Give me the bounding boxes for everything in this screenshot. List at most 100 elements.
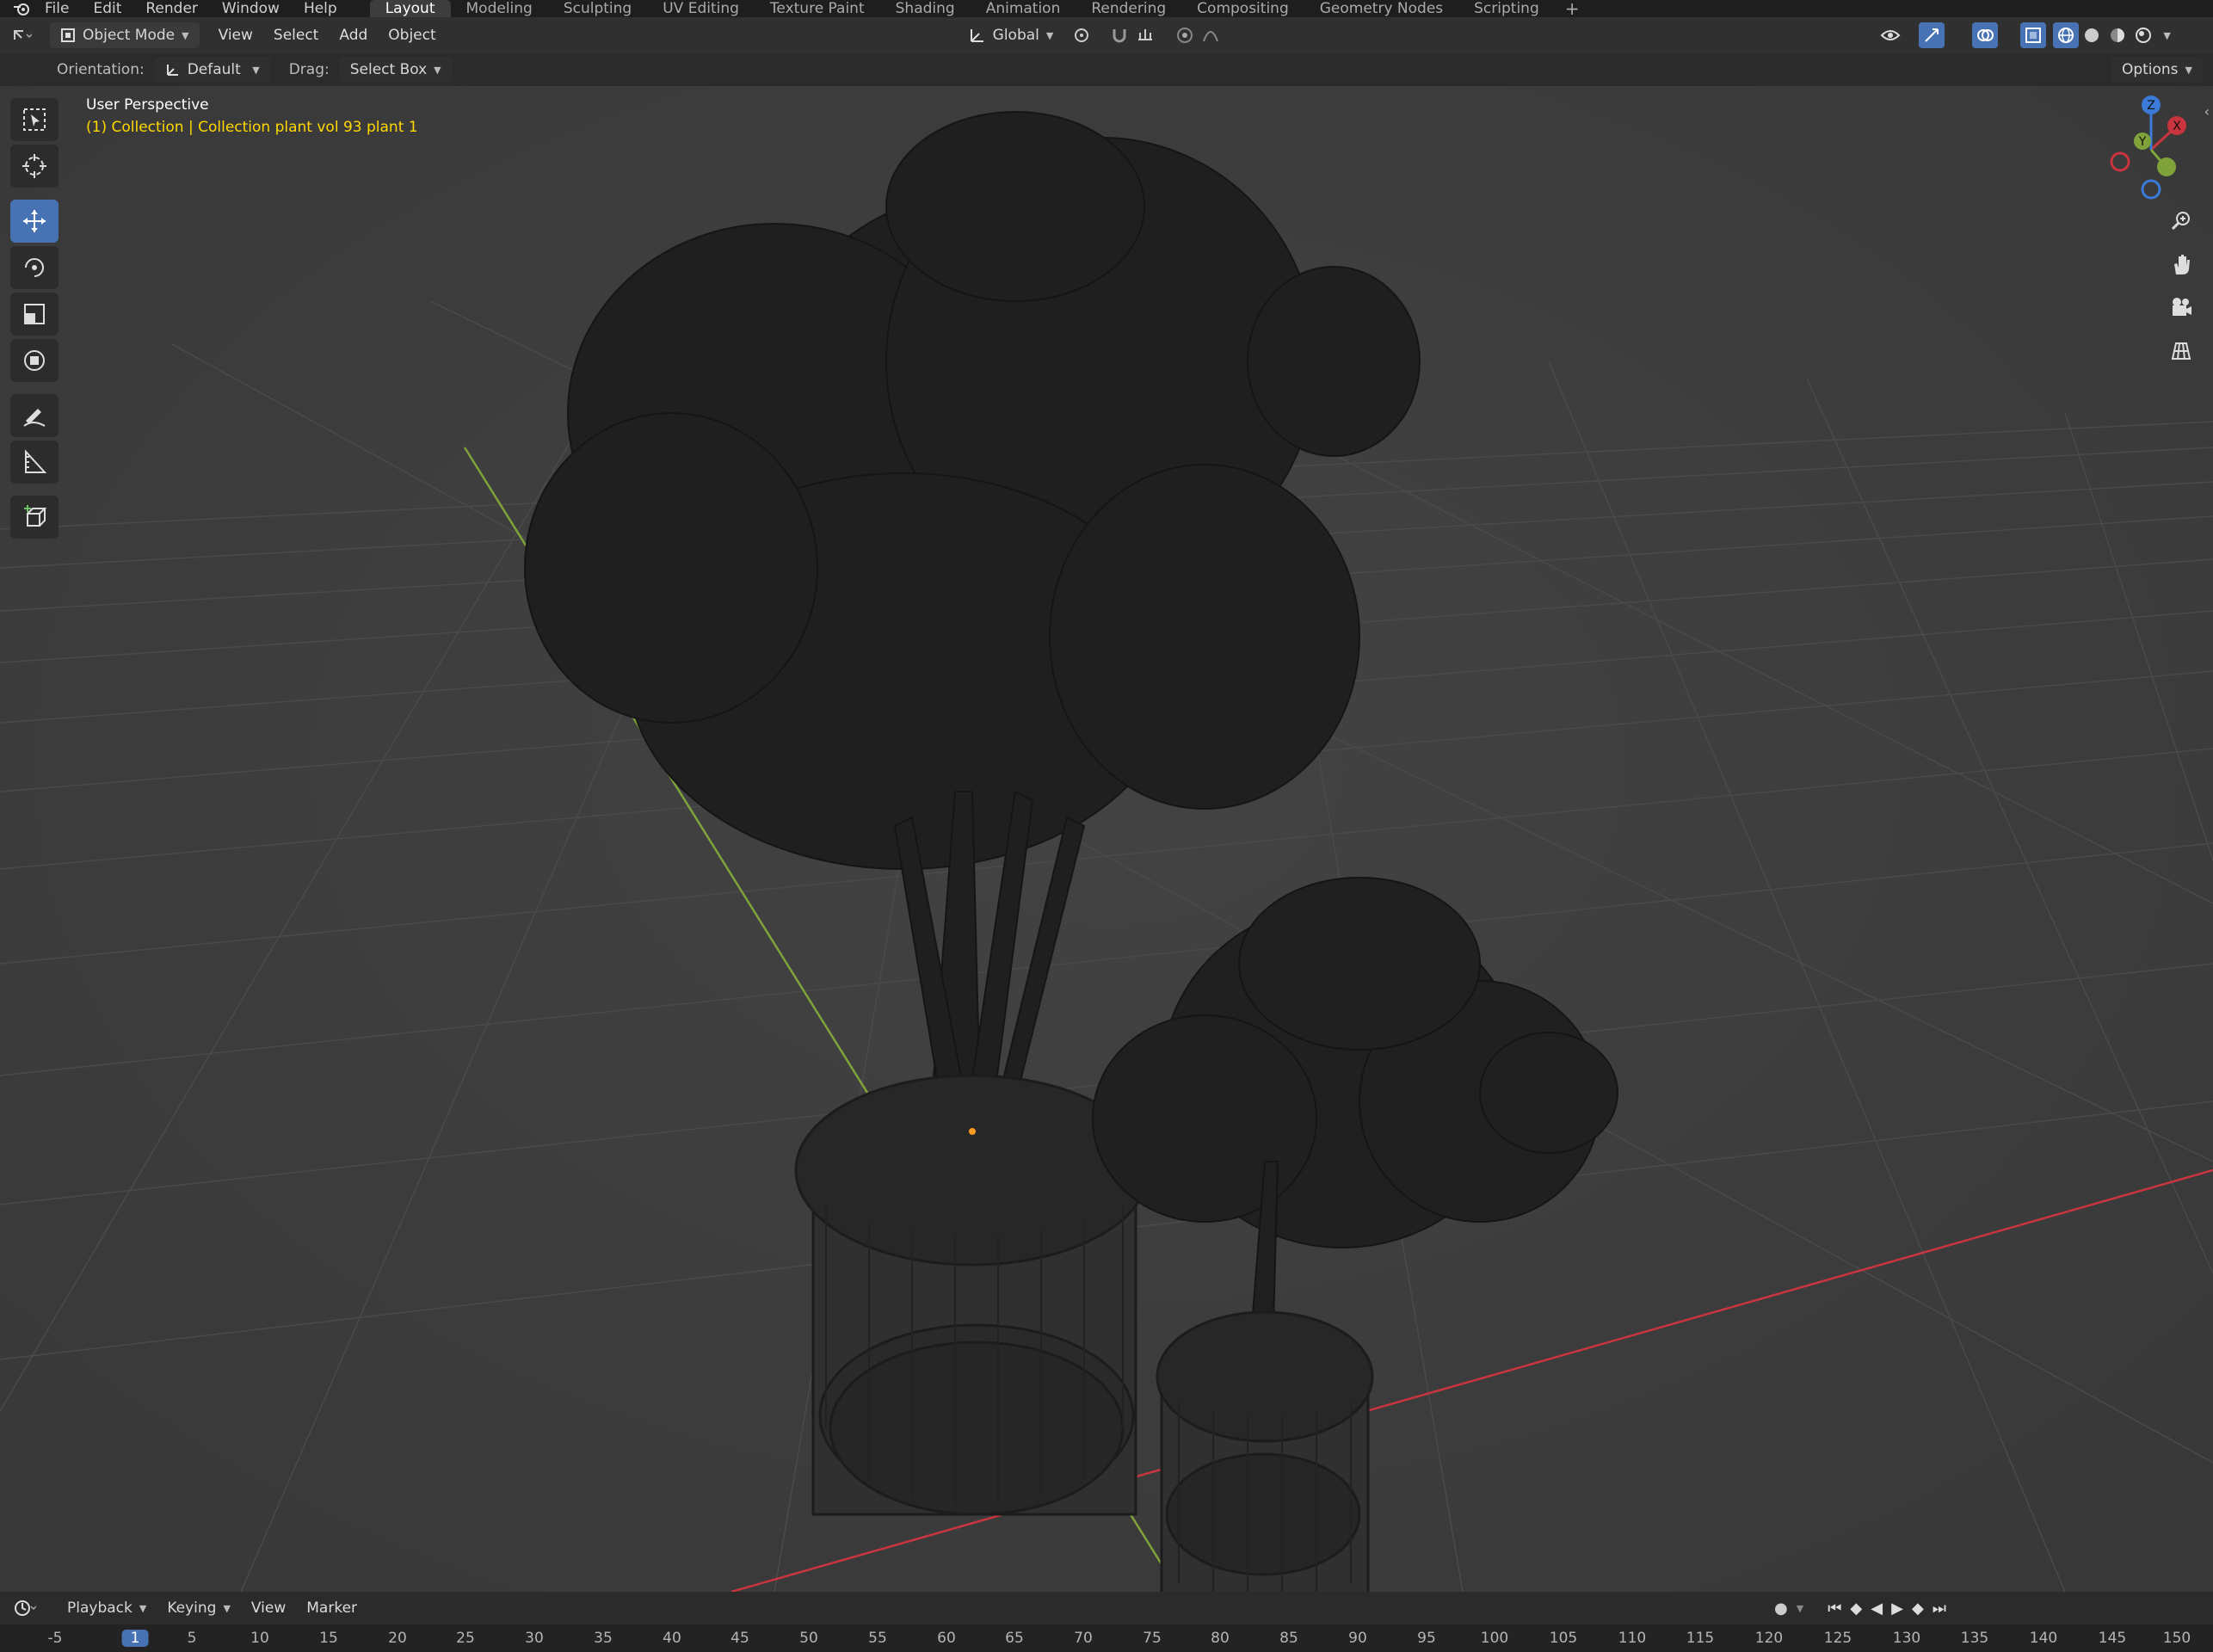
tab-layout[interactable]: Layout: [369, 0, 451, 17]
camera-view-button[interactable]: [2163, 289, 2199, 325]
frame-tick: 120: [1754, 1630, 1784, 1647]
timeline-menu-view[interactable]: View: [241, 1595, 296, 1621]
3d-viewport[interactable]: User Perspective (1) Collection | Collec…: [0, 86, 2213, 1592]
scene-canvas: [0, 86, 2213, 1592]
grid-perspective-icon: [2171, 342, 2191, 360]
timeline-menu-marker[interactable]: Marker: [296, 1595, 367, 1621]
select-box-icon: [23, 108, 46, 131]
tab-shading[interactable]: Shading: [880, 0, 971, 17]
menu-select[interactable]: Select: [263, 22, 329, 48]
snap-magnet-icon[interactable]: [1106, 22, 1132, 48]
jump-to-end-icon[interactable]: ⏭: [1933, 1600, 1946, 1618]
frame-tick: 90: [1348, 1630, 1367, 1647]
tab-texture-paint[interactable]: Texture Paint: [755, 0, 880, 17]
gizmo-y-negative: [2157, 157, 2176, 176]
xray-toggle-icon[interactable]: [2020, 22, 2047, 48]
tab-rendering[interactable]: Rendering: [1076, 0, 1181, 17]
play-reverse-icon[interactable]: ◀: [1871, 1600, 1883, 1618]
tool-scale[interactable]: [10, 293, 59, 336]
drag-setting-dropdown[interactable]: Select Box ▼: [339, 57, 452, 83]
navigation-gizmo[interactable]: X Z Y: [2094, 91, 2206, 203]
scale-icon: [24, 304, 45, 324]
mode-dropdown[interactable]: Object Mode ▼: [50, 22, 200, 48]
material-shading-icon[interactable]: [2105, 22, 2130, 48]
tool-add-cube[interactable]: [10, 496, 59, 539]
rendered-shading-icon[interactable]: [2130, 22, 2156, 48]
zoom-view-button[interactable]: [2163, 203, 2199, 239]
solid-shading-icon[interactable]: [2079, 22, 2105, 48]
previous-keyframe-icon[interactable]: ◆: [1850, 1600, 1862, 1618]
menu-view[interactable]: View: [208, 22, 263, 48]
tab-scripting[interactable]: Scripting: [1458, 0, 1555, 17]
tool-cursor[interactable]: [10, 145, 59, 188]
menu-object[interactable]: Object: [378, 22, 446, 48]
tab-compositing[interactable]: Compositing: [1181, 0, 1304, 17]
drag-setting-label: Drag:: [288, 61, 330, 78]
tab-sculpting[interactable]: Sculpting: [548, 0, 647, 17]
tool-measure[interactable]: [10, 441, 59, 484]
auto-keying-record-icon[interactable]: ●: [1774, 1600, 1788, 1618]
sidebar-toggle-icon[interactable]: ‹: [2204, 103, 2210, 120]
gizmo-toggle-icon[interactable]: [1919, 22, 1945, 48]
menu-file[interactable]: File: [33, 0, 81, 17]
tool-move[interactable]: [10, 200, 59, 243]
tool-rotate[interactable]: [10, 246, 59, 289]
shading-options-chevron-icon[interactable]: ▼: [2163, 30, 2170, 41]
next-keyframe-icon[interactable]: ◆: [1912, 1600, 1924, 1618]
mode-label: Object Mode: [83, 27, 176, 44]
proportional-edit-icon[interactable]: [1172, 22, 1198, 48]
add-workspace-button[interactable]: +: [1555, 0, 1590, 19]
object-origin-dot: [969, 1128, 976, 1135]
options-dropdown[interactable]: Options ▼: [2111, 57, 2203, 83]
overlays-toggle-icon[interactable]: [1972, 22, 1999, 48]
pivot-point-icon[interactable]: [1069, 22, 1094, 48]
tab-modeling[interactable]: Modeling: [451, 0, 548, 17]
tab-uv-editing[interactable]: UV Editing: [647, 0, 755, 17]
menu-edit[interactable]: Edit: [81, 0, 133, 17]
playback-menu[interactable]: Playback ▼: [57, 1595, 157, 1621]
chevron-down-icon: ▼: [252, 64, 260, 76]
falloff-curve-icon[interactable]: [1198, 22, 1224, 48]
pan-view-button[interactable]: [2163, 246, 2199, 282]
frame-ruler[interactable]: -5 1 5 10 15 20 25 30 35 40 45 50 55 60 …: [0, 1624, 2213, 1652]
menu-render[interactable]: Render: [133, 0, 210, 17]
playback-controls: ● ▼ ⏮ ◆ ◀ ▶ ◆ ⏭: [1774, 1592, 1946, 1624]
editor-type-icon[interactable]: [9, 22, 34, 48]
snap-increment-icon[interactable]: [1132, 22, 1158, 48]
play-icon[interactable]: ▶: [1891, 1600, 1903, 1618]
frame-tick: 45: [730, 1630, 749, 1647]
small-pot: [1156, 1310, 1374, 1592]
orientation-setting-dropdown[interactable]: Default ▼: [154, 57, 270, 83]
pan-hand-icon: [2174, 255, 2190, 274]
tool-annotate[interactable]: [10, 394, 59, 437]
chevron-down-icon: ▼: [1045, 29, 1054, 41]
transform-orientation-dropdown[interactable]: Global ▼: [959, 22, 1064, 48]
menu-help[interactable]: Help: [292, 0, 349, 17]
tool-select-box[interactable]: [10, 98, 59, 141]
chevron-down-icon: ▼: [2185, 64, 2192, 76]
jump-to-start-icon[interactable]: ⏮: [1828, 1600, 1841, 1618]
frame-tick: 70: [1074, 1630, 1093, 1647]
cursor-icon: [22, 154, 46, 178]
object-mode-icon: [61, 28, 75, 42]
gizmo-x-negative: [2110, 151, 2130, 172]
top-bar: File Edit Render Window Help Layout Mode…: [0, 0, 2213, 19]
options-label: Options: [2121, 61, 2179, 78]
wireframe-shading-icon[interactable]: [2053, 22, 2080, 48]
tool-transform[interactable]: [10, 339, 59, 382]
ortho-toggle-button[interactable]: [2163, 332, 2199, 368]
menu-add[interactable]: Add: [329, 22, 378, 48]
current-frame-indicator[interactable]: 1: [121, 1630, 149, 1647]
object-visibility-icon[interactable]: [1877, 22, 1903, 48]
chevron-down-icon: ▼: [434, 64, 441, 76]
timeline-editor-type-icon[interactable]: [12, 1595, 38, 1621]
keying-set-chevron-icon[interactable]: ▼: [1797, 1603, 1803, 1614]
menu-window[interactable]: Window: [210, 0, 292, 17]
blender-logo-icon[interactable]: [10, 0, 33, 17]
tab-animation[interactable]: Animation: [971, 0, 1076, 17]
tab-geometry-nodes[interactable]: Geometry Nodes: [1304, 0, 1458, 17]
orientation-label: Global: [992, 27, 1039, 44]
chevron-down-icon: ▼: [139, 1602, 147, 1614]
tool-shelf: [10, 98, 60, 539]
keying-menu[interactable]: Keying ▼: [157, 1595, 241, 1621]
